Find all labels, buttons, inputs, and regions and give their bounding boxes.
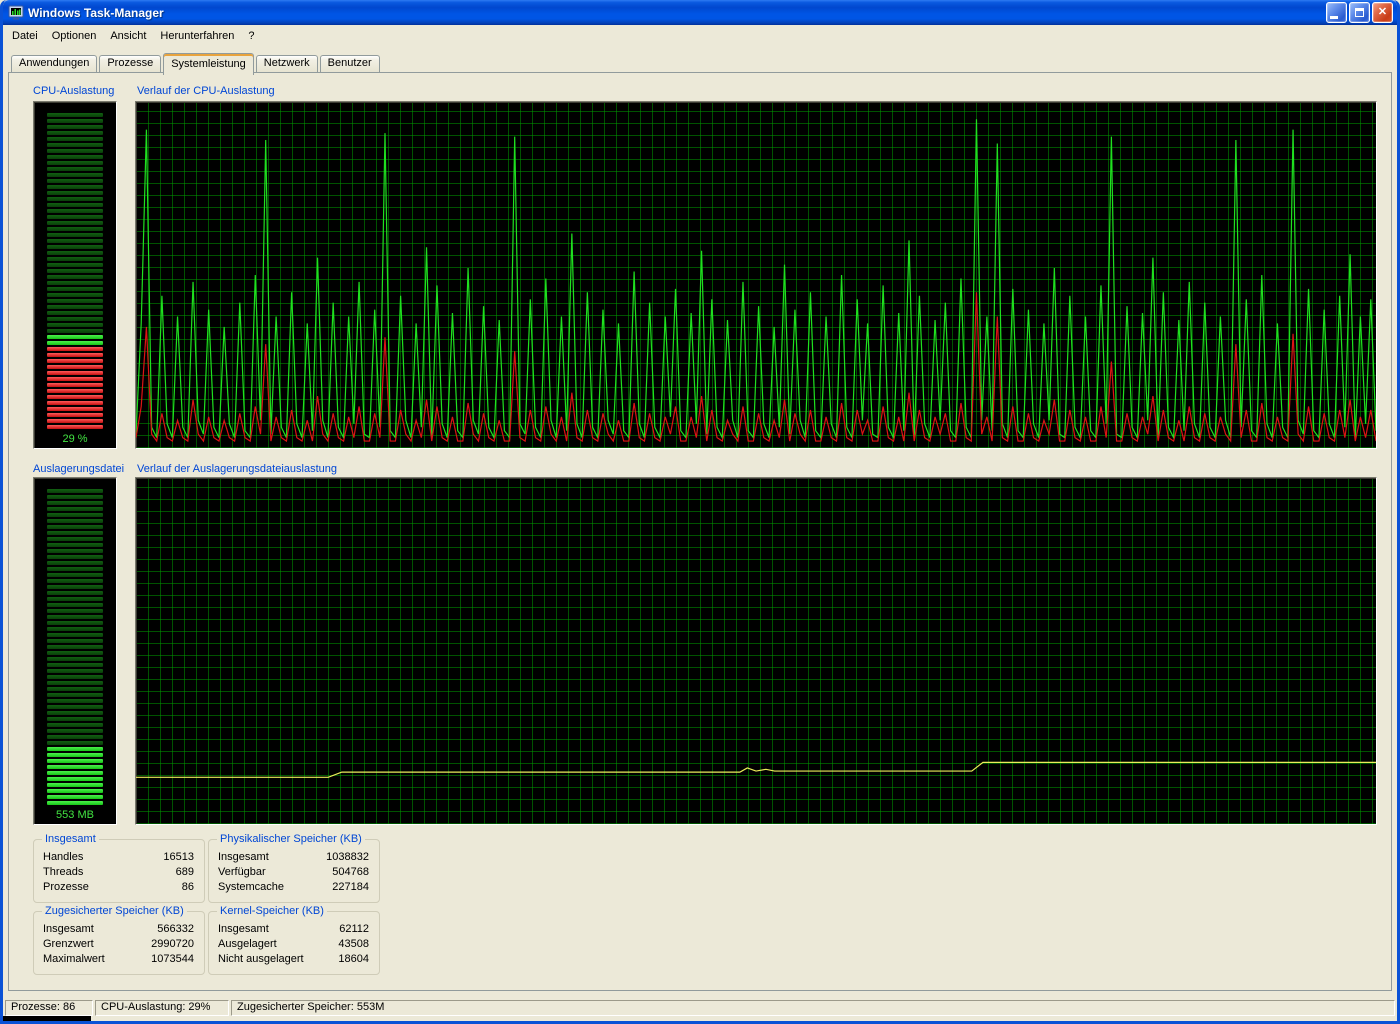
stat-value: 18604 — [338, 953, 369, 965]
group-title: Zugesicherter Speicher (KB) — [42, 905, 187, 917]
stat-label: Insgesamt — [218, 923, 269, 935]
tab-strip: Anwendungen Prozesse Systemleistung Netz… — [11, 53, 1397, 75]
stat-value: 689 — [175, 866, 194, 878]
cpu-usage-gauge: 29 % — [33, 101, 117, 449]
stat-value: 43508 — [338, 938, 369, 950]
menu-item-datei[interactable]: Datei — [5, 27, 45, 45]
tab-benutzer[interactable]: Benutzer — [319, 55, 380, 72]
group-kernel-speicher: Kernel-Speicher (KB) Insgesamt 62112 Ausg… — [208, 905, 380, 975]
bottom-edge-strip — [3, 1016, 1397, 1021]
stat-value: 504768 — [332, 866, 369, 878]
pagefile-gauge-segments — [47, 483, 103, 807]
performance-tab-panel: CPU-Auslastung Verlauf der CPU-Auslastun… — [8, 72, 1392, 991]
status-commit-charge: Zugesicherter Speicher: 553M — [231, 1000, 1395, 1016]
cpu-history-chart — [135, 101, 1377, 449]
stat-value: 16513 — [163, 851, 194, 863]
stat-label: Handles — [43, 851, 84, 863]
stat-label: Systemcache — [218, 881, 285, 893]
stat-label: Nicht ausgelagert — [218, 953, 304, 965]
cpu-gauge-label: CPU-Auslastung — [33, 85, 115, 97]
cpu-gauge-segments — [47, 107, 103, 431]
stat-label: Threads — [43, 866, 84, 878]
minimize-icon — [1330, 15, 1338, 19]
stat-label: Ausgelagert — [218, 938, 277, 950]
title-bar: Windows Task-Manager ✕ — [3, 0, 1397, 25]
stat-value: 62112 — [339, 923, 369, 935]
menu-item-ansicht[interactable]: Ansicht — [103, 27, 153, 45]
stat-label: Insgesamt — [218, 851, 269, 863]
stat-label: Insgesamt — [43, 923, 94, 935]
window-title: Windows Task-Manager — [28, 5, 164, 20]
stat-value: 86 — [181, 881, 194, 893]
tab-prozesse[interactable]: Prozesse — [99, 55, 162, 72]
titlebar-buttons: ✕ — [1324, 2, 1393, 23]
stat-label: Verfügbar — [218, 866, 266, 878]
stat-label: Prozesse — [43, 881, 89, 893]
group-insgesamt: Insgesamt Handles 16513 Threads 689 Prozes… — [33, 833, 205, 903]
stat-label: Maximalwert — [43, 953, 105, 965]
pagefile-usage-gauge: 553 MB — [33, 477, 117, 825]
maximize-button[interactable] — [1349, 2, 1370, 23]
menu-item-herunterfahren[interactable]: Herunterfahren — [153, 27, 241, 45]
cpu-gauge-value: 29 % — [62, 433, 88, 445]
menu-bar: Datei Optionen Ansicht Herunterfahren ? — [3, 25, 1397, 46]
status-bar: Prozesse: 86 CPU-Auslastung: 29% Zugesic… — [3, 999, 1397, 1016]
app-icon — [8, 5, 24, 21]
group-title: Physikalischer Speicher (KB) — [217, 833, 365, 845]
stat-value: 566332 — [157, 923, 194, 935]
group-title: Kernel-Speicher (KB) — [217, 905, 327, 917]
group-physikalischer-speicher: Physikalischer Speicher (KB) Insgesamt 10… — [208, 833, 380, 903]
tab-systemleistung[interactable]: Systemleistung — [163, 53, 254, 75]
pagefile-history-chart — [135, 477, 1377, 825]
cpu-history-label: Verlauf der CPU-Auslastung — [137, 85, 275, 97]
pagefile-gauge-value: 553 MB — [56, 809, 94, 821]
group-title: Insgesamt — [42, 833, 99, 845]
stat-value: 227184 — [332, 881, 369, 893]
tab-netzwerk[interactable]: Netzwerk — [255, 55, 318, 72]
stat-value: 1073544 — [151, 953, 194, 965]
stat-value: 2990720 — [151, 938, 194, 950]
close-button[interactable]: ✕ — [1372, 2, 1393, 23]
status-cpu-usage: CPU-Auslastung: 29% — [95, 1000, 229, 1016]
pagefile-gauge-label: Auslagerungsdatei — [33, 463, 125, 475]
menu-item-optionen[interactable]: Optionen — [45, 27, 104, 45]
status-processes: Prozesse: 86 — [5, 1000, 93, 1016]
close-icon: ✕ — [1377, 6, 1388, 18]
task-manager-window: Windows Task-Manager ✕ Datei Optionen An… — [0, 0, 1400, 1024]
menu-item-hilfe[interactable]: ? — [241, 27, 261, 45]
stat-value: 1038832 — [326, 851, 369, 863]
group-zugesicherter-speicher: Zugesicherter Speicher (KB) Insgesamt 566… — [33, 905, 205, 975]
maximize-icon — [1355, 8, 1364, 17]
pagefile-history-label: Verlauf der Auslagerungsdateiauslastung — [137, 463, 337, 475]
stat-label: Grenzwert — [43, 938, 94, 950]
tab-anwendungen[interactable]: Anwendungen — [11, 55, 98, 72]
minimize-button[interactable] — [1326, 2, 1347, 23]
